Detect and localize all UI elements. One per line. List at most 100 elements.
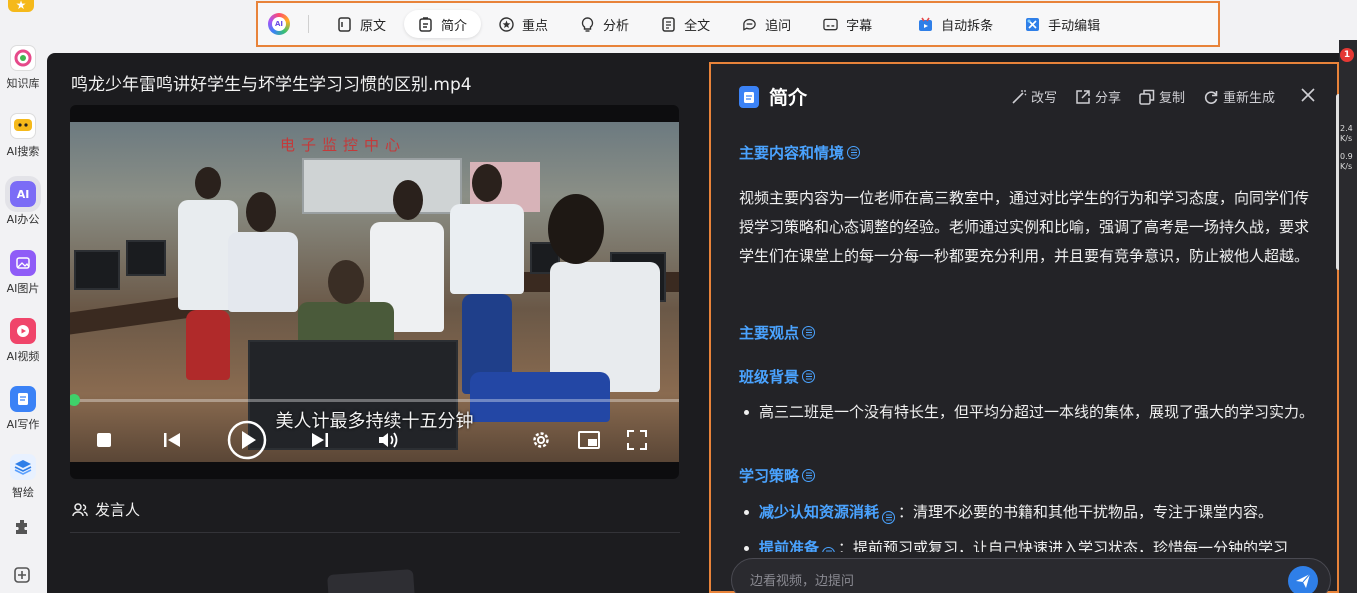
sidebar-item-ai-search[interactable]: AI搜索 xyxy=(0,113,46,159)
previous-icon[interactable] xyxy=(160,423,184,457)
sidebar-item-ai-writing[interactable]: AI写作 xyxy=(0,386,46,432)
ai-image-icon xyxy=(10,250,36,276)
action-label: 重新生成 xyxy=(1222,91,1275,106)
tab-label: 全文 xyxy=(684,18,711,34)
action-label: 复制 xyxy=(1158,91,1185,106)
question-input-box xyxy=(731,558,1331,593)
tab-original-text[interactable]: 原文 xyxy=(323,10,400,38)
sidebar-item-ai-office[interactable]: AI AI办公 xyxy=(0,176,46,227)
picture-in-picture-icon[interactable] xyxy=(576,423,602,457)
list-item: 提前准备 ：提前预习或复习，让自己快速进入学习状态，珍惜每一分钟的学习 xyxy=(739,534,1311,552)
tab-follow-up[interactable]: 追问 xyxy=(728,10,805,38)
sidebar-item-zhihui[interactable]: 智绘 xyxy=(0,454,46,500)
source-reference-icon[interactable] xyxy=(822,546,836,552)
sidebar-item-label: 智绘 xyxy=(12,486,34,499)
scene-person xyxy=(548,194,604,264)
fullscreen-icon[interactable] xyxy=(624,423,650,457)
play-button[interactable] xyxy=(226,420,268,460)
network-speed-text: 0.9 xyxy=(1340,152,1353,161)
scene-person xyxy=(393,180,423,220)
toolbar-divider xyxy=(308,15,309,33)
send-button[interactable] xyxy=(1288,566,1318,593)
plugin-icon[interactable] xyxy=(12,517,32,537)
people-icon xyxy=(72,502,88,518)
share-button[interactable]: 分享 xyxy=(1075,87,1121,106)
player-controls xyxy=(70,420,679,460)
tab-manual-edit[interactable]: 手动编辑 xyxy=(1011,10,1114,38)
tab-label: 手动编辑 xyxy=(1048,18,1101,34)
auto-split-icon xyxy=(918,17,933,32)
left-sidebar: ★ 知识库 AI搜索 AI AI办公 AI图片 AI视频 AI写作 智绘 xyxy=(0,0,46,593)
sidebar-item-label: AI图片 xyxy=(6,282,40,295)
subtitle-icon xyxy=(823,17,838,32)
section-heading-text: 主要观点 xyxy=(739,324,800,342)
panel-header: 简介 xyxy=(739,83,807,110)
star-circle-icon xyxy=(499,16,514,32)
question-input[interactable] xyxy=(750,569,1270,593)
star-icon[interactable]: ★ xyxy=(8,0,34,12)
logo-text: AI xyxy=(272,17,286,31)
notification-badge[interactable]: 1 xyxy=(1340,48,1354,62)
sidebar-item-ai-video[interactable]: AI视频 xyxy=(0,318,46,364)
scene-sign: 电子监控中心 xyxy=(280,136,407,154)
tab-label: 自动拆条 xyxy=(941,18,994,34)
video-player[interactable]: 电子监控中心 美人计最多持续十五分钟 xyxy=(70,105,679,479)
ai-writing-icon xyxy=(10,386,36,412)
add-app-icon[interactable] xyxy=(12,565,32,585)
sidebar-item-label: AI办公 xyxy=(6,213,40,226)
tab-full-text[interactable]: 全文 xyxy=(647,10,724,38)
tab-label: 字幕 xyxy=(846,18,873,34)
source-reference-icon[interactable] xyxy=(802,326,816,339)
stop-icon[interactable] xyxy=(92,423,116,457)
summary-panel: 简介 改写 分享 复制 重新生成 主要内容和情境 视频主要内容为一位老师在高三教… xyxy=(709,62,1341,593)
tab-analysis[interactable]: 分析 xyxy=(566,10,643,38)
copy-icon xyxy=(1139,89,1155,105)
tab-auto-split[interactable]: 自动拆条 xyxy=(904,10,1007,38)
next-icon[interactable] xyxy=(308,423,332,457)
scene-board xyxy=(302,158,462,214)
settings-gear-icon[interactable] xyxy=(528,423,554,457)
tab-label: 重点 xyxy=(522,18,549,34)
regenerate-button[interactable]: 重新生成 xyxy=(1203,87,1275,106)
panel-actions: 改写 分享 复制 重新生成 xyxy=(993,86,1315,107)
copy-button[interactable]: 复制 xyxy=(1139,87,1185,106)
section-heading-main-content: 主要内容和情境 xyxy=(739,142,861,163)
source-reference-icon[interactable] xyxy=(802,370,816,383)
tab-label: 原文 xyxy=(360,18,387,34)
scene-monitor xyxy=(126,240,166,276)
tab-subtitles[interactable]: 字幕 xyxy=(809,10,886,38)
refresh-icon xyxy=(1203,89,1219,105)
close-icon[interactable] xyxy=(1301,86,1315,107)
volume-icon[interactable] xyxy=(376,423,402,457)
tab-label: 追问 xyxy=(765,18,792,34)
list-item-keyword: 减少认知资源消耗 xyxy=(759,503,880,521)
scene-person xyxy=(228,232,298,312)
scene-person xyxy=(328,260,364,304)
ai-video-icon xyxy=(10,318,36,344)
tab-label: 分析 xyxy=(603,18,630,34)
video-progress-bar[interactable] xyxy=(70,394,679,406)
rewrite-button[interactable]: 改写 xyxy=(1011,87,1057,106)
magic-wand-icon xyxy=(1011,89,1027,105)
section-heading-text: 主要内容和情境 xyxy=(739,144,845,162)
list-item-text: ：清理不必要的书籍和其他干扰物品，专注于课堂内容。 xyxy=(898,503,1274,521)
source-reference-icon[interactable] xyxy=(882,510,896,524)
scene-person xyxy=(246,192,276,232)
ai-logo-icon[interactable]: AI xyxy=(268,13,290,35)
tab-key-points[interactable]: 重点 xyxy=(485,10,562,38)
section-heading-text: 班级背景 xyxy=(739,368,800,386)
sidebar-item-knowledge-base[interactable]: 知识库 xyxy=(0,45,46,91)
zhihui-icon xyxy=(10,454,36,480)
sidebar-item-ai-image[interactable]: AI图片 xyxy=(0,250,46,296)
sidebar-item-label: 知识库 xyxy=(6,77,40,90)
source-reference-icon[interactable] xyxy=(802,469,816,482)
source-reference-icon[interactable] xyxy=(847,146,861,159)
scene-monitor xyxy=(74,250,120,290)
ai-search-icon xyxy=(10,113,36,139)
tab-summary[interactable]: 简介 xyxy=(404,10,482,38)
section-heading-class-background: 班级背景 xyxy=(739,366,816,387)
action-label: 分享 xyxy=(1094,91,1121,106)
list-item-keyword: 提前准备 xyxy=(759,539,820,552)
speaker-section-header[interactable]: 发言人 xyxy=(72,499,140,520)
section-heading-text: 学习策略 xyxy=(739,467,800,485)
